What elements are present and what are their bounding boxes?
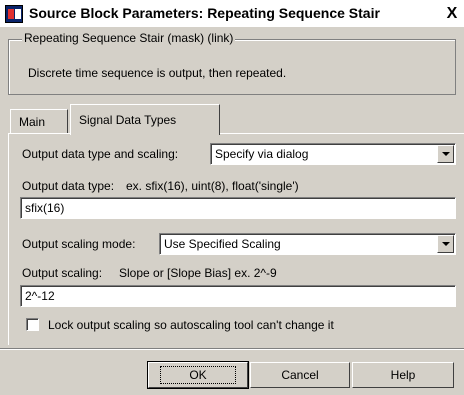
chevron-down-icon[interactable]	[437, 145, 454, 163]
dialog-window: Source Block Parameters: Repeating Seque…	[0, 0, 464, 395]
lock-scaling-label: Lock output scaling so autoscaling tool …	[48, 318, 334, 332]
window-title: Source Block Parameters: Repeating Seque…	[29, 5, 380, 21]
data-type-input[interactable]: sfix(16)	[20, 197, 456, 219]
cancel-button[interactable]: Cancel	[250, 362, 350, 388]
data-type-hint: ex. sfix(16), uint(8), float('single')	[126, 179, 299, 193]
chevron-down-icon[interactable]	[437, 235, 454, 253]
button-separator	[0, 348, 464, 350]
scaling-value: 2^-12	[25, 289, 55, 303]
scaling-label: Output scaling:	[22, 266, 103, 280]
scaling-mode-select[interactable]: Use Specified Scaling	[159, 233, 456, 255]
group-legend: Repeating Sequence Stair (mask) (link)	[22, 31, 236, 45]
lock-scaling-checkbox[interactable]	[26, 318, 39, 331]
tab-signal-data-types[interactable]: Signal Data Types	[70, 104, 220, 135]
block-description: Discrete time sequence is output, then r…	[28, 66, 287, 80]
scaling-hint: Slope or [Slope Bias] ex. 2^-9	[119, 266, 277, 280]
data-type-scaling-label: Output data type and scaling:	[22, 147, 179, 161]
help-button[interactable]: Help	[352, 362, 454, 388]
scaling-input[interactable]: 2^-12	[20, 285, 456, 307]
title-bar: Source Block Parameters: Repeating Seque…	[0, 0, 464, 27]
simulink-block-icon	[5, 5, 23, 23]
data-type-scaling-value: Specify via dialog	[215, 147, 309, 161]
data-type-label: Output data type:	[22, 179, 115, 193]
scaling-mode-label: Output scaling mode:	[22, 237, 136, 251]
close-button[interactable]: X	[443, 5, 461, 23]
ok-button[interactable]: OK	[147, 361, 249, 389]
data-type-value: sfix(16)	[25, 201, 65, 215]
scaling-mode-value: Use Specified Scaling	[164, 237, 281, 251]
data-type-scaling-select[interactable]: Specify via dialog	[210, 143, 456, 165]
ok-button-label: OK	[160, 366, 236, 384]
tab-main[interactable]: Main	[10, 109, 68, 134]
